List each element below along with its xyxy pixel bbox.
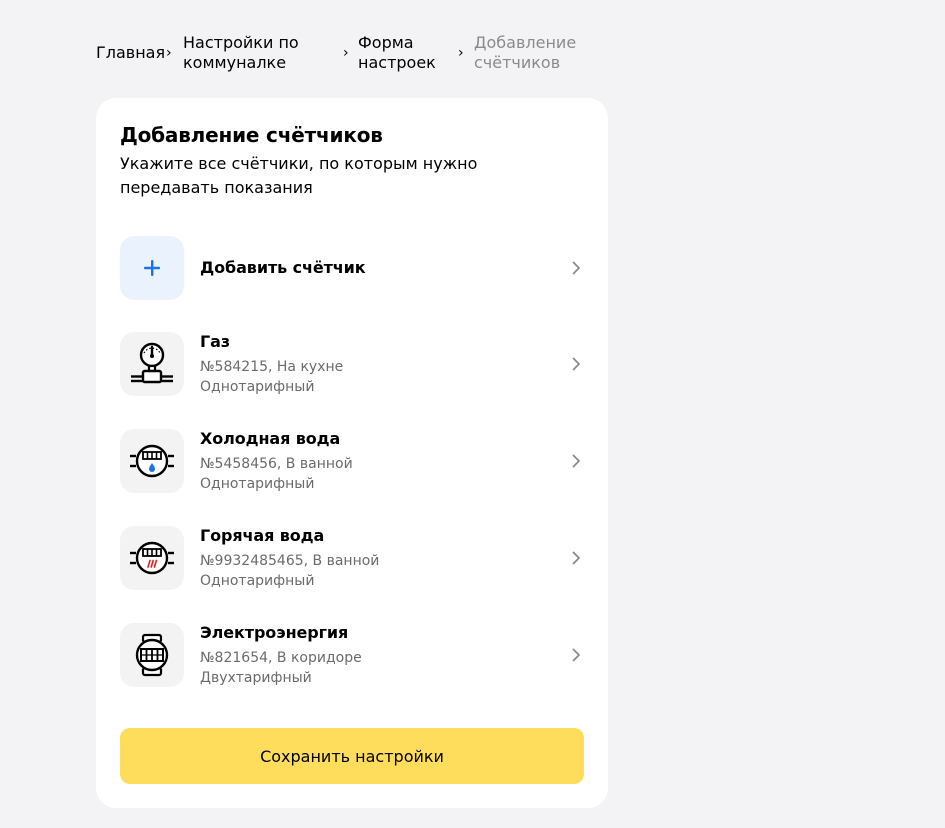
meter-tariff: Однотарифный [200,573,315,589]
hot-water-meter-icon [130,541,174,575]
breadcrumb-utility-settings-line1: Настройки по [183,33,299,52]
meter-title: Электроэнергия [200,623,349,642]
breadcrumb-settings-form-line2: настроек [358,53,436,72]
add-meter-button[interactable]: Добавить счётчик [120,236,584,300]
breadcrumb-home[interactable]: Главная [96,43,165,63]
electricity-meter-icon [135,633,169,677]
save-settings-button[interactable]: Сохранить настройки [120,728,584,784]
meter-icon-box [120,332,184,396]
cold-water-meter-icon [130,444,174,478]
breadcrumb-settings-form-line1: Форма [358,33,414,52]
meter-row-cold-water[interactable]: Холодная вода №5458456, В ванной Однотар… [120,429,584,493]
breadcrumb-home-label: Главная [96,43,166,62]
meter-title: Газ [200,332,230,351]
meter-tariff: Однотарифный [200,379,315,395]
meter-title: Горячая вода [200,526,325,545]
add-meter-label: Добавить счётчик [200,258,366,277]
breadcrumb-settings-form[interactable]: Форма настроек [358,33,436,73]
meter-row-electricity[interactable]: Электроэнергия №821654, В коридоре Двухт… [120,623,584,687]
meter-row-hot-water[interactable]: Горячая вода №9932485465, В ванной Однот… [120,526,584,590]
meter-number-location: №584215, На кухне [200,359,344,375]
meter-row-gas[interactable]: Газ №584215, На кухне Однотарифный [120,332,584,396]
meter-icon-box [120,429,184,493]
chevron-right-icon [572,261,580,275]
plus-icon [144,260,160,276]
breadcrumb-utility-settings[interactable]: Настройки по коммуналке [183,33,299,73]
gas-meter-icon [131,342,173,384]
add-icon-box [120,236,184,300]
meter-number-location: №821654, В коридоре [200,650,362,666]
meter-number-location: №9932485465, В ванной [200,553,380,569]
breadcrumb-separator: › [343,45,349,61]
breadcrumb-separator: › [166,45,172,61]
chevron-right-icon [572,648,580,662]
chevron-right-icon [572,357,580,371]
breadcrumb: Главная › Настройки по коммуналке › Форм… [96,33,616,75]
breadcrumb-current-line2: счётчиков [474,53,561,72]
breadcrumb-separator: › [458,45,464,61]
page-subtitle: Укажите все счётчики, по которым нужно п… [120,154,478,197]
meter-title: Холодная вода [200,429,341,448]
meter-tariff: Двухтарифный [200,670,312,686]
meter-icon-box [120,526,184,590]
meter-tariff: Однотарифный [200,476,315,492]
breadcrumb-current-line1: Добавление [474,33,577,52]
breadcrumb-utility-settings-line2: коммуналке [183,53,287,72]
chevron-right-icon [572,454,580,468]
meters-card: Добавление счётчиков Укажите все счётчик… [96,98,608,808]
meter-number-location: №5458456, В ванной [200,456,353,472]
breadcrumb-current: Добавление счётчиков [474,33,576,73]
meter-icon-box [120,623,184,687]
page-title: Добавление счётчиков [120,123,383,147]
chevron-right-icon [572,551,580,565]
